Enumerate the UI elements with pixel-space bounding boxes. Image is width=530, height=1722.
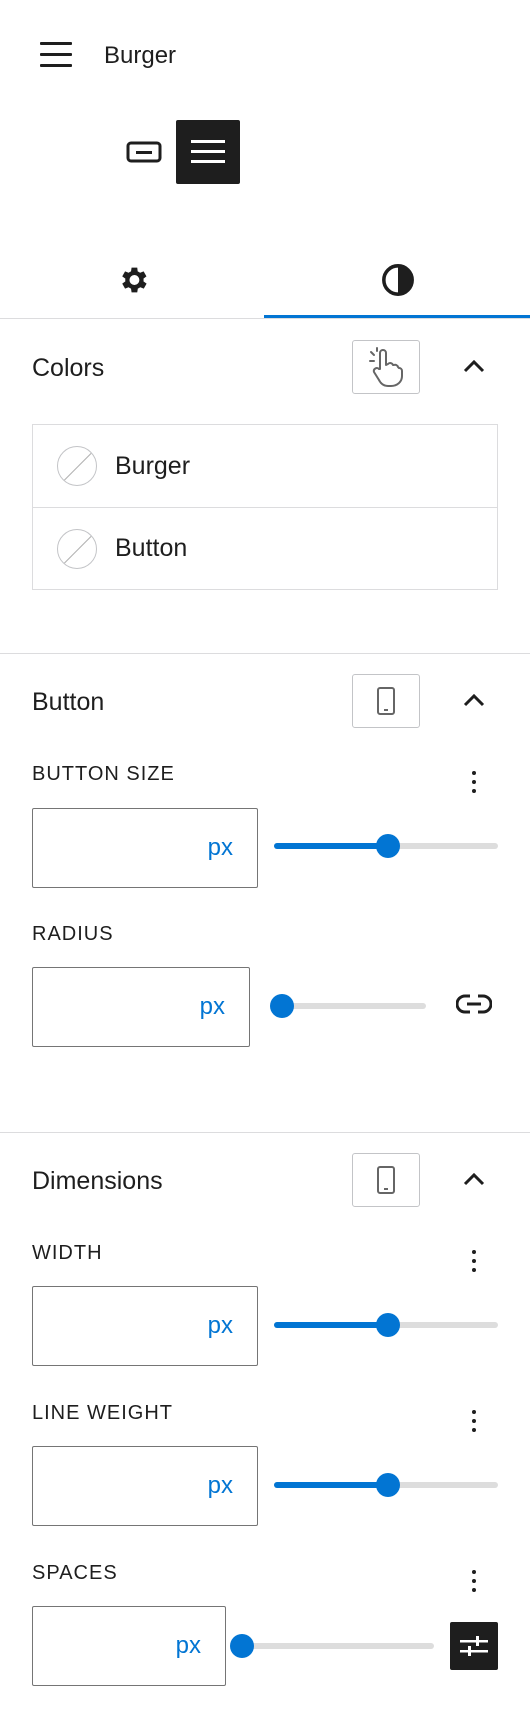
button-size-label: BUTTON SIZE [32,763,175,785]
link-corners-icon[interactable] [455,992,493,1016]
unit-label: px [207,1312,233,1339]
empty-color-swatch-icon [57,446,97,486]
divider [0,1132,530,1133]
line-weight-input[interactable]: px [32,1446,258,1526]
empty-color-swatch-icon [57,528,97,569]
unit-label: px [175,1632,201,1659]
hand-pointer-icon [369,347,403,387]
width-slider-thumb[interactable] [376,1313,400,1337]
collapse-colors-chevron-up-icon[interactable] [458,350,490,382]
block-title: Burger [104,42,177,69]
mobile-icon [377,1166,395,1194]
custom-values-toggle-button[interactable] [450,1622,498,1670]
spaces-slider-track[interactable] [242,1643,434,1649]
collapse-button-chevron-up-icon[interactable] [458,684,490,716]
mobile-icon [377,687,395,715]
line-weight-slider-fill [274,1482,388,1488]
button-variant-icon[interactable] [124,140,164,164]
gear-icon [121,267,147,293]
more-options-icon[interactable] [462,1401,486,1441]
more-options-icon[interactable] [462,762,486,802]
tab-settings[interactable] [0,240,265,320]
unit-label: px [207,1472,233,1499]
line-weight-label: LINE WEIGHT [32,1402,174,1424]
spaces-slider-thumb[interactable] [230,1634,254,1658]
burger-variant-icon[interactable] [176,120,240,184]
radius-input[interactable]: px [32,967,250,1047]
radius-slider-thumb[interactable] [270,994,294,1018]
button-size-input[interactable]: px [32,808,258,888]
button-panel-title: Button [32,688,105,716]
color-item-label: Burger [115,451,191,480]
divider [0,653,530,654]
color-item-label: Button [115,534,188,562]
hover-state-button[interactable] [352,340,420,394]
contrast-icon [381,264,414,296]
more-options-icon[interactable] [462,1241,486,1281]
spaces-label: SPACES [32,1562,118,1584]
unit-label: px [207,834,233,861]
settings-sliders-icon [460,1636,488,1656]
collapse-dimensions-chevron-up-icon[interactable] [458,1163,490,1195]
dimensions-panel-title: Dimensions [32,1167,163,1195]
tab-styles[interactable] [265,240,530,320]
spaces-input[interactable]: px [32,1606,226,1686]
colors-panel-title: Colors [32,354,105,382]
color-item-button[interactable]: Button [33,507,497,589]
width-slider-fill [274,1322,388,1328]
menu-icon [40,42,72,68]
color-item-burger[interactable]: Burger [33,425,497,507]
width-label: WIDTH [32,1242,103,1264]
color-settings-list: Burger Button [32,424,498,590]
device-toggle-button[interactable] [352,674,420,728]
line-weight-slider-thumb[interactable] [376,1473,400,1497]
more-options-icon[interactable] [462,1561,486,1601]
width-input[interactable]: px [32,1286,258,1366]
divider [0,318,530,319]
radius-label: RADIUS [32,923,114,945]
unit-label: px [199,993,225,1020]
device-toggle-button[interactable] [352,1153,420,1207]
button-size-slider-thumb[interactable] [376,834,400,858]
radius-slider-track[interactable] [282,1003,426,1009]
button-size-slider-fill [274,843,388,849]
